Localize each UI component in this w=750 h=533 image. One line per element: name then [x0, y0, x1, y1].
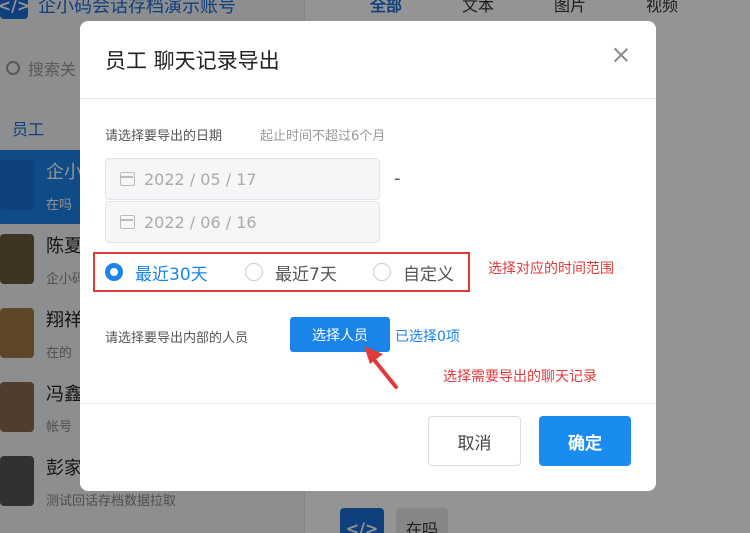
radio-dot	[373, 263, 391, 281]
date-label: 请选择要导出的日期	[105, 129, 223, 144]
radio-label: 自定义	[403, 264, 454, 285]
annotation-arrow-icon	[364, 346, 398, 389]
date-hint: 起止时间不超过6个月	[260, 129, 386, 144]
start-date-value: 2022 / 05 / 17	[144, 169, 257, 189]
member-annotation: 选择需要导出的聊天记录	[443, 369, 597, 385]
range-options: 最近30天 最近7天 自定义	[93, 252, 470, 292]
start-date-field[interactable]: 2022 / 05 / 17	[105, 158, 380, 200]
end-date-field[interactable]: 2022 / 06 / 16	[105, 201, 380, 243]
export-dialog: 员工 聊天记录导出 请选择要导出的日期 起止时间不超过6个月 2022 / 05…	[80, 21, 656, 491]
radio-custom[interactable]: 自定义	[373, 254, 454, 290]
close-icon[interactable]	[612, 46, 630, 64]
selected-count: 已选择0项	[395, 329, 460, 345]
range-separator: -	[394, 168, 401, 189]
dialog-title: 员工 聊天记录导出	[105, 49, 280, 73]
radio-last-7-days[interactable]: 最近7天	[245, 254, 337, 290]
cancel-button[interactable]: 取消	[428, 416, 521, 466]
end-date-value: 2022 / 06 / 16	[144, 212, 257, 232]
confirm-button[interactable]: 确定	[539, 416, 631, 466]
divider	[80, 98, 656, 99]
divider	[80, 403, 656, 404]
radio-dot	[105, 263, 123, 281]
calendar-icon	[120, 172, 135, 186]
member-label: 请选择要导出内部的人员	[105, 331, 249, 346]
radio-label: 最近30天	[135, 264, 208, 285]
range-annotation: 选择对应的时间范围	[488, 261, 614, 277]
calendar-icon	[120, 215, 135, 229]
radio-dot	[245, 263, 263, 281]
radio-label: 最近7天	[275, 264, 337, 285]
radio-last-30-days[interactable]: 最近30天	[105, 254, 208, 290]
